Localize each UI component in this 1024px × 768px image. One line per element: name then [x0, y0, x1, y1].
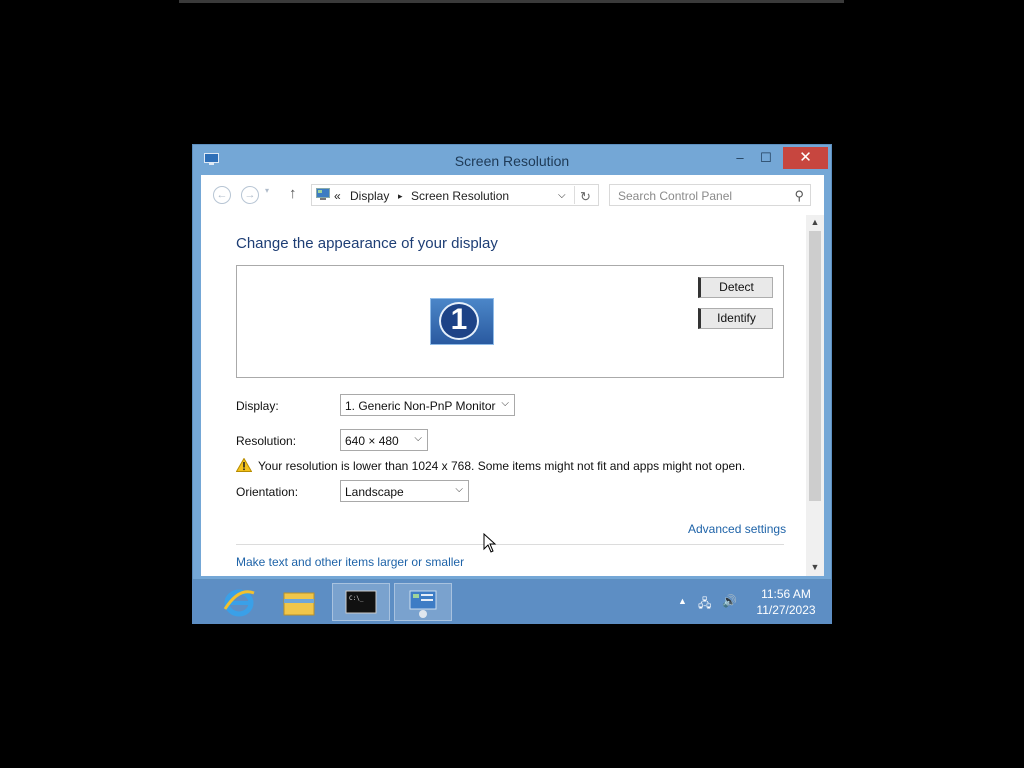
internet-explorer-button[interactable]	[210, 583, 268, 621]
orientation-select-value: Landscape	[345, 485, 404, 499]
vertical-scrollbar[interactable]: ▲ ▼	[806, 215, 824, 576]
chevron-down-icon: ⌵	[455, 484, 463, 495]
display-label: Display:	[236, 399, 279, 413]
forward-arrow-icon[interactable]: →	[241, 186, 259, 204]
text-size-link[interactable]: Make text and other items larger or smal…	[236, 555, 464, 569]
resolution-label: Resolution:	[236, 434, 297, 448]
desktop-screen: Screen Resolution – ☐ ✕ ← → ▾ ↑ « Displa…	[192, 144, 832, 624]
system-clock[interactable]: 11:56 AM 11/27/2023	[746, 586, 826, 618]
breadcrumb-prefix: «	[334, 189, 341, 203]
orientation-label: Orientation:	[236, 485, 299, 499]
minimize-button[interactable]: –	[727, 147, 753, 169]
mouse-cursor-icon	[483, 533, 497, 553]
volume-icon[interactable]: 🔊	[722, 594, 737, 608]
top-edge-bar	[179, 0, 844, 3]
command-prompt-button[interactable]: C:\_	[332, 583, 390, 621]
screen-resolution-window: Screen Resolution – ☐ ✕ ← → ▾ ↑ « Displa…	[192, 144, 832, 580]
display-select-value: 1. Generic Non-PnP Monitor	[345, 399, 496, 413]
display-select[interactable]: 1. Generic Non-PnP Monitor ⌵	[340, 394, 515, 416]
clock-date: 11/27/2023	[756, 603, 816, 617]
resolution-select-value: 640 × 480	[345, 434, 399, 448]
search-input[interactable]: Search Control Panel ⚲	[609, 184, 811, 206]
show-hidden-icons-icon[interactable]: ▲	[678, 596, 687, 606]
control-panel-button[interactable]	[394, 583, 452, 621]
detect-button[interactable]: Detect	[698, 277, 773, 298]
resolution-warning: Your resolution is lower than 1024 x 768…	[258, 459, 746, 473]
navigation-bar: ← → ▾ ↑ « Display ▸ Screen Resolution ⌵ …	[201, 175, 824, 215]
content-pane: Change the appearance of your display 1 …	[201, 215, 806, 576]
advanced-settings-link[interactable]: Advanced settings	[688, 522, 786, 536]
breadcrumb-screen-resolution[interactable]: Screen Resolution	[411, 189, 509, 203]
back-arrow-icon[interactable]: ←	[213, 186, 231, 204]
orientation-select[interactable]: Landscape ⌵	[340, 480, 469, 502]
search-placeholder: Search Control Panel	[618, 189, 733, 203]
address-divider	[574, 186, 575, 204]
identify-button[interactable]: Identify	[698, 308, 773, 329]
monitor-preview-box: 1 Detect Identify	[236, 265, 784, 378]
taskbar: C:\_ ▲ 🖧 🔊 11:56 AM 11/27/2023	[192, 580, 832, 624]
divider	[236, 544, 784, 545]
warning-icon	[236, 458, 252, 472]
recent-pages-chevron-icon[interactable]: ▾	[265, 186, 269, 195]
clock-time: 11:56 AM	[761, 587, 811, 601]
scrollbar-thumb[interactable]	[809, 231, 821, 501]
internet-explorer-icon	[223, 589, 255, 617]
title-bar[interactable]: Screen Resolution – ☐ ✕	[193, 145, 831, 175]
network-icon[interactable]: 🖧	[698, 594, 711, 615]
chevron-down-icon: ⌵	[501, 398, 509, 409]
breadcrumb-display[interactable]: Display	[350, 189, 389, 203]
scroll-down-icon[interactable]: ▼	[806, 562, 824, 574]
control-panel-icon	[409, 590, 437, 618]
chevron-down-icon: ⌵	[414, 433, 422, 444]
maximize-button[interactable]: ☐	[753, 147, 779, 169]
breadcrumb-separator: ▸	[398, 191, 403, 201]
monitor-number: 1	[439, 302, 479, 340]
search-icon[interactable]: ⚲	[794, 188, 804, 204]
address-dropdown-icon[interactable]: ⌵	[558, 190, 566, 201]
address-bar[interactable]: « Display ▸ Screen Resolution ⌵ ↻	[311, 184, 599, 206]
up-arrow-icon[interactable]: ↑	[289, 185, 297, 202]
file-explorer-icon	[283, 592, 315, 616]
file-explorer-button[interactable]	[270, 583, 328, 621]
svg-text:C:\_: C:\_	[349, 595, 364, 602]
scroll-up-icon[interactable]: ▲	[806, 217, 824, 229]
resolution-select[interactable]: 640 × 480 ⌵	[340, 429, 428, 451]
refresh-icon[interactable]: ↻	[580, 189, 595, 205]
control-panel-icon	[316, 188, 330, 200]
close-button[interactable]: ✕	[783, 147, 828, 169]
command-prompt-icon: C:\_	[345, 590, 377, 614]
monitor-1-thumbnail[interactable]: 1	[430, 298, 494, 345]
page-heading: Change the appearance of your display	[236, 235, 498, 252]
